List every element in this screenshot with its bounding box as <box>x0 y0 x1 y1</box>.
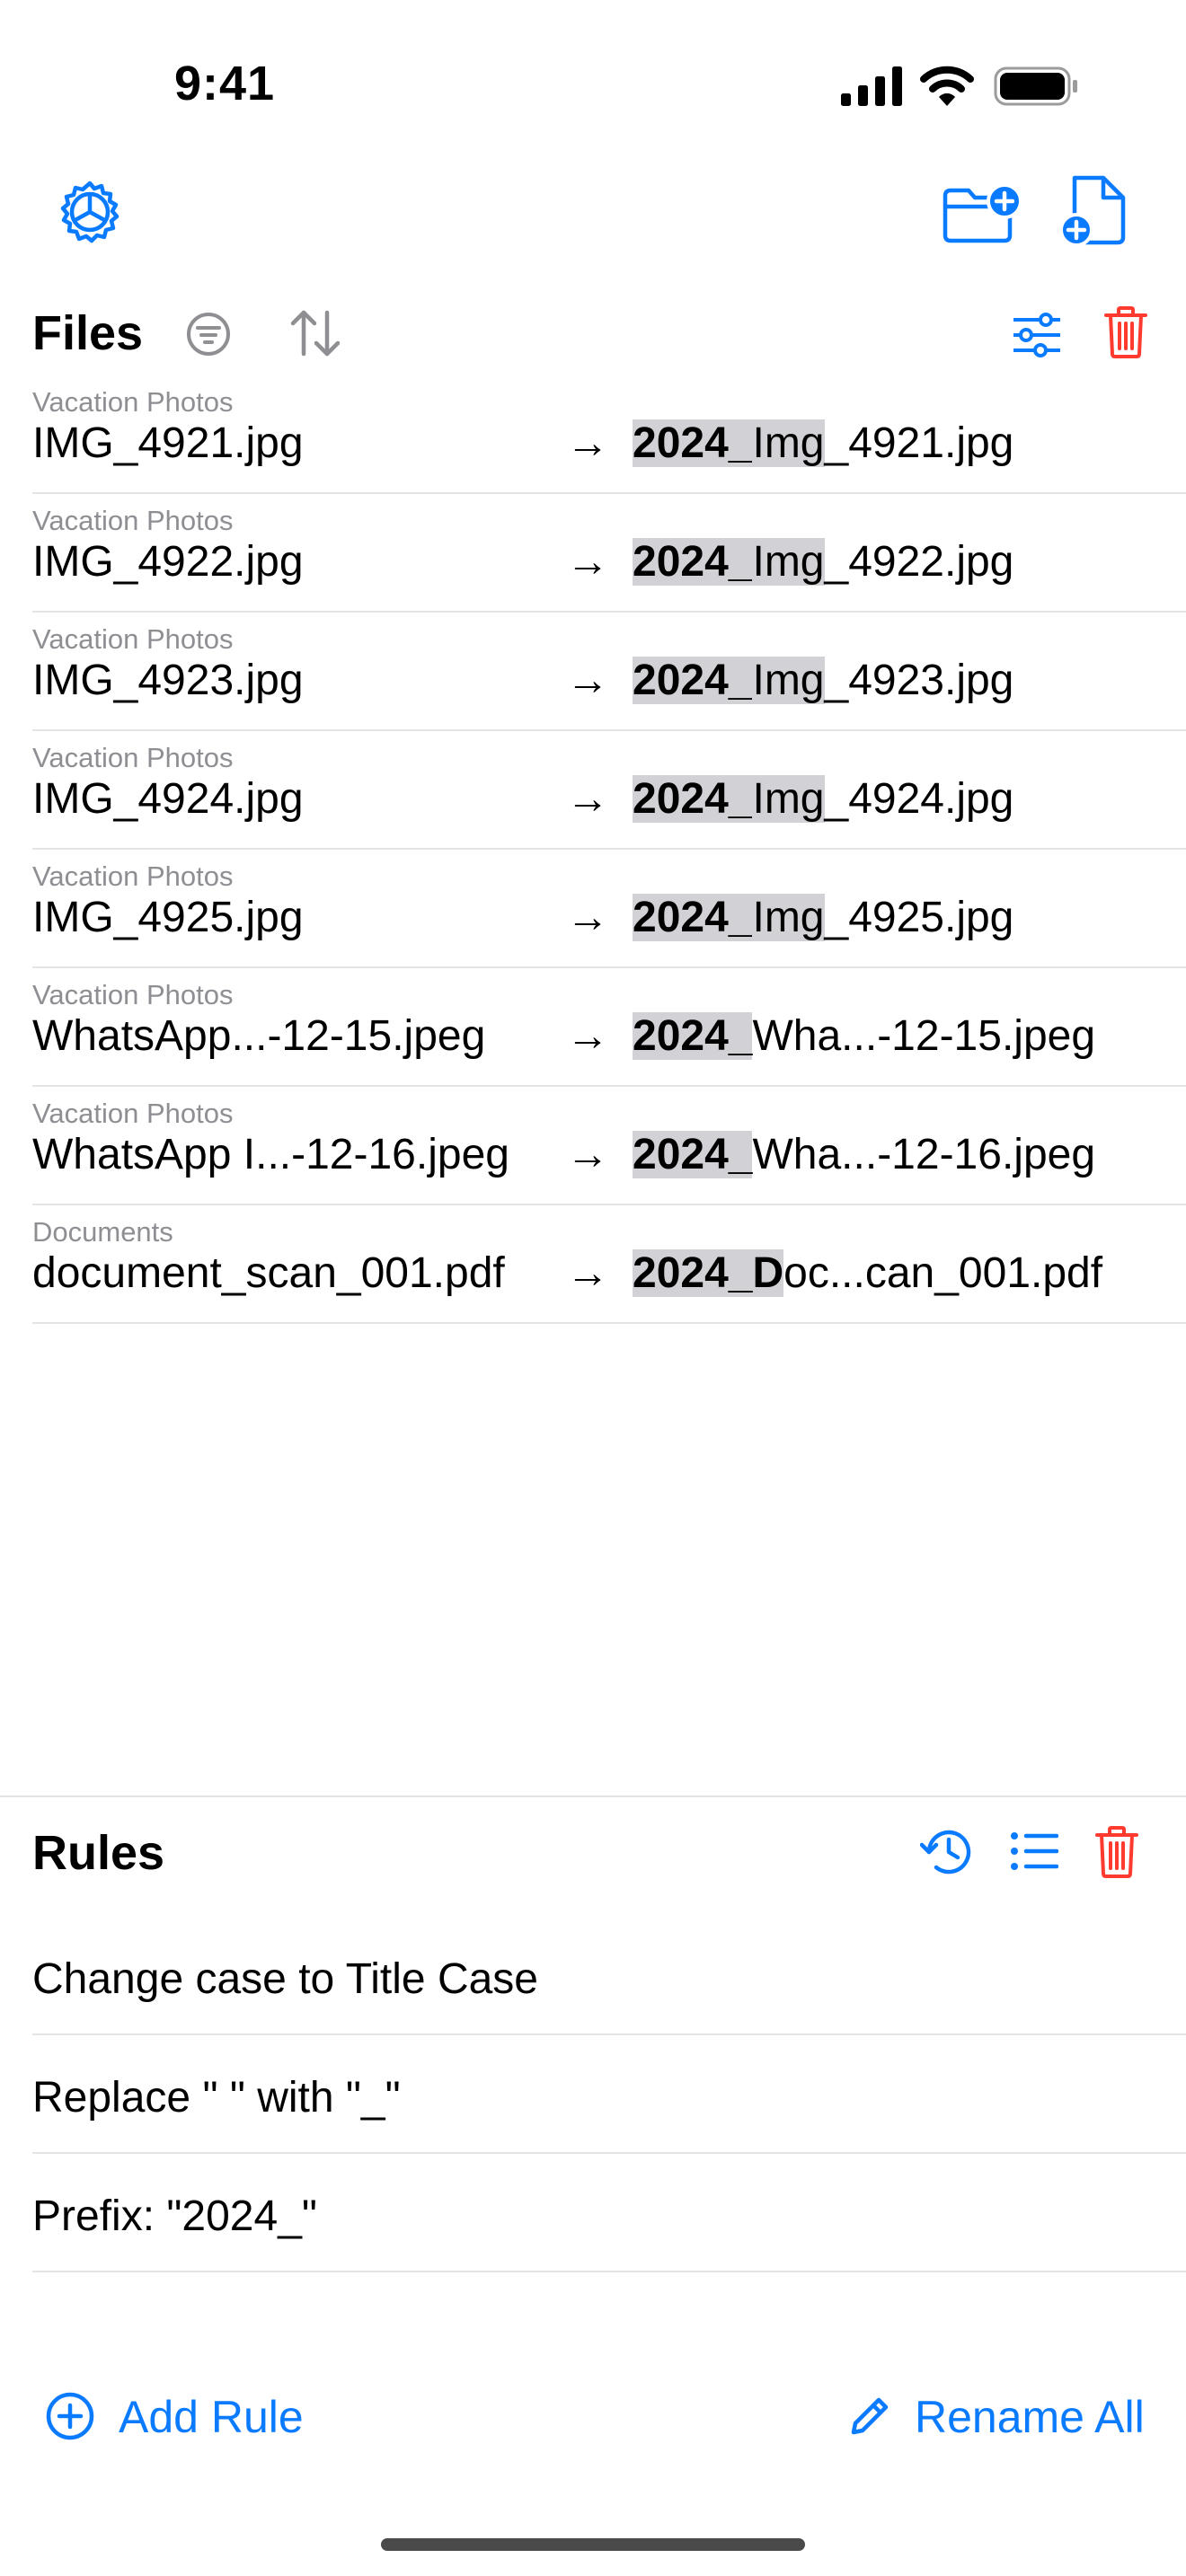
arrow-right-icon: → <box>566 657 609 704</box>
new-name-rest: Wha...-12-15.jpeg <box>752 1012 1096 1060</box>
new-name-highlight-prefix: 2024_D <box>633 1249 784 1297</box>
new-name-highlight-case: Img <box>752 775 825 823</box>
file-original-name: IMG_4923.jpg <box>32 657 304 704</box>
file-new-name: 2024_Doc...can_001.pdf <box>633 1248 1102 1298</box>
arrow-right-icon: → <box>566 894 609 941</box>
new-name-highlight-case: Img <box>752 894 825 941</box>
file-new-name: 2024_Img_4923.jpg <box>633 656 1013 705</box>
new-name-highlight-case: Img <box>752 538 825 586</box>
file-row[interactable]: Vacation Photos WhatsApp...-12-15.jpeg →… <box>32 966 1186 1087</box>
wifi-icon <box>920 66 974 106</box>
file-row[interactable]: Vacation Photos IMG_4923.jpg → 2024_Img_… <box>32 611 1186 731</box>
pencil-icon <box>851 2397 889 2435</box>
rules-title: Rules <box>32 1826 165 1880</box>
history-icon[interactable] <box>920 1827 974 1877</box>
trash-icon[interactable] <box>1094 1825 1139 1879</box>
file-original-name: WhatsApp...-12-15.jpeg <box>32 1012 486 1060</box>
new-name-highlight-prefix: 2024_ <box>633 538 753 586</box>
file-new-name: 2024_Wha...-12-15.jpeg <box>633 1011 1095 1061</box>
new-name-highlight-prefix: 2024_ <box>633 657 753 704</box>
rename-all-label: Rename All <box>915 2392 1145 2442</box>
new-name-highlight-prefix: 2024_ <box>633 894 753 941</box>
file-row[interactable]: Vacation Photos IMG_4922.jpg → 2024_Img_… <box>32 492 1186 613</box>
plus-circle-icon <box>46 2392 94 2440</box>
file-new-name: 2024_Img_4921.jpg <box>633 419 1013 468</box>
file-row[interactable]: Vacation Photos IMG_4924.jpg → 2024_Img_… <box>32 729 1186 850</box>
arrow-right-icon: → <box>566 538 609 586</box>
cellular-signal-icon <box>841 66 902 106</box>
folder-add-icon[interactable] <box>942 181 1022 244</box>
new-name-highlight-case: Img <box>752 657 825 704</box>
add-rule-label: Add Rule <box>119 2392 304 2442</box>
new-name-highlight-prefix: 2024_ <box>633 1012 753 1060</box>
files-title: Files <box>32 306 144 360</box>
file-original-name: IMG_4924.jpg <box>32 775 304 823</box>
arrow-right-icon: → <box>566 419 609 467</box>
new-name-rest: oc...can_001.pdf <box>783 1249 1103 1297</box>
home-indicator <box>381 2538 805 2551</box>
new-name-rest: Wha...-12-16.jpeg <box>752 1131 1096 1178</box>
new-name-rest: _4923.jpg <box>824 657 1014 704</box>
new-name-highlight-prefix: 2024_ <box>633 775 753 823</box>
file-new-name: 2024_Wha...-12-16.jpeg <box>633 1130 1095 1179</box>
rule-item[interactable]: Prefix: "2024_" <box>32 2154 1186 2272</box>
arrow-right-icon: → <box>566 1131 609 1178</box>
trash-icon[interactable] <box>1103 305 1148 359</box>
file-folder-label: Vacation Photos <box>32 860 234 892</box>
arrow-right-icon: → <box>566 1249 609 1297</box>
file-original-name: document_scan_001.pdf <box>32 1249 505 1297</box>
gear-icon[interactable] <box>58 180 122 244</box>
new-name-rest: _4924.jpg <box>824 775 1014 823</box>
file-original-name: IMG_4921.jpg <box>32 419 304 467</box>
new-name-highlight-prefix: 2024_ <box>633 419 753 467</box>
file-folder-label: Vacation Photos <box>32 386 234 418</box>
file-folder-label: Vacation Photos <box>32 742 234 773</box>
file-add-icon[interactable] <box>1058 174 1130 248</box>
rule-item[interactable]: Replace " " with "_" <box>32 2035 1186 2154</box>
status-time: 9:41 <box>174 57 276 110</box>
arrow-right-icon: → <box>566 1012 609 1060</box>
new-name-highlight-prefix: 2024_ <box>633 1131 753 1178</box>
file-row[interactable]: Vacation Photos IMG_4925.jpg → 2024_Img_… <box>32 848 1186 968</box>
add-rule-button[interactable]: Add Rule <box>45 2386 314 2448</box>
new-name-rest: _4925.jpg <box>824 894 1014 941</box>
file-row[interactable]: Vacation Photos IMG_4921.jpg → 2024_Img_… <box>32 374 1186 494</box>
file-original-name: IMG_4925.jpg <box>32 894 304 941</box>
new-name-rest: _4921.jpg <box>824 419 1014 467</box>
new-name-highlight-case: Img <box>752 419 825 467</box>
file-new-name: 2024_Img_4925.jpg <box>633 893 1013 942</box>
new-name-rest: _4922.jpg <box>824 538 1014 586</box>
file-new-name: 2024_Img_4924.jpg <box>633 774 1013 824</box>
rule-label: Replace " " with "_" <box>32 2074 401 2122</box>
rule-item[interactable]: Change case to Title Case <box>32 1917 1186 2035</box>
arrow-right-icon: → <box>566 775 609 823</box>
file-folder-label: Vacation Photos <box>32 979 234 1010</box>
rule-label: Prefix: "2024_" <box>32 2192 317 2240</box>
file-folder-label: Documents <box>32 1216 173 1248</box>
file-original-name: IMG_4922.jpg <box>32 538 304 586</box>
filter-icon[interactable] <box>185 311 232 357</box>
rules-divider <box>0 1795 1186 1797</box>
list-icon[interactable] <box>1010 1831 1058 1872</box>
battery-icon <box>994 66 1077 106</box>
file-original-name: WhatsApp I...-12-16.jpeg <box>32 1131 509 1178</box>
file-folder-label: Vacation Photos <box>32 505 234 536</box>
file-folder-label: Vacation Photos <box>32 623 234 655</box>
file-row[interactable]: Documents document_scan_001.pdf → 2024_D… <box>32 1204 1186 1324</box>
rename-all-button[interactable]: Rename All <box>848 2386 1154 2448</box>
sort-icon[interactable] <box>288 307 343 359</box>
file-folder-label: Vacation Photos <box>32 1098 234 1129</box>
sliders-icon[interactable] <box>1012 313 1062 357</box>
file-new-name: 2024_Img_4922.jpg <box>633 537 1013 587</box>
rule-label: Change case to Title Case <box>32 1955 538 2003</box>
file-row[interactable]: Vacation Photos WhatsApp I...-12-16.jpeg… <box>32 1085 1186 1205</box>
